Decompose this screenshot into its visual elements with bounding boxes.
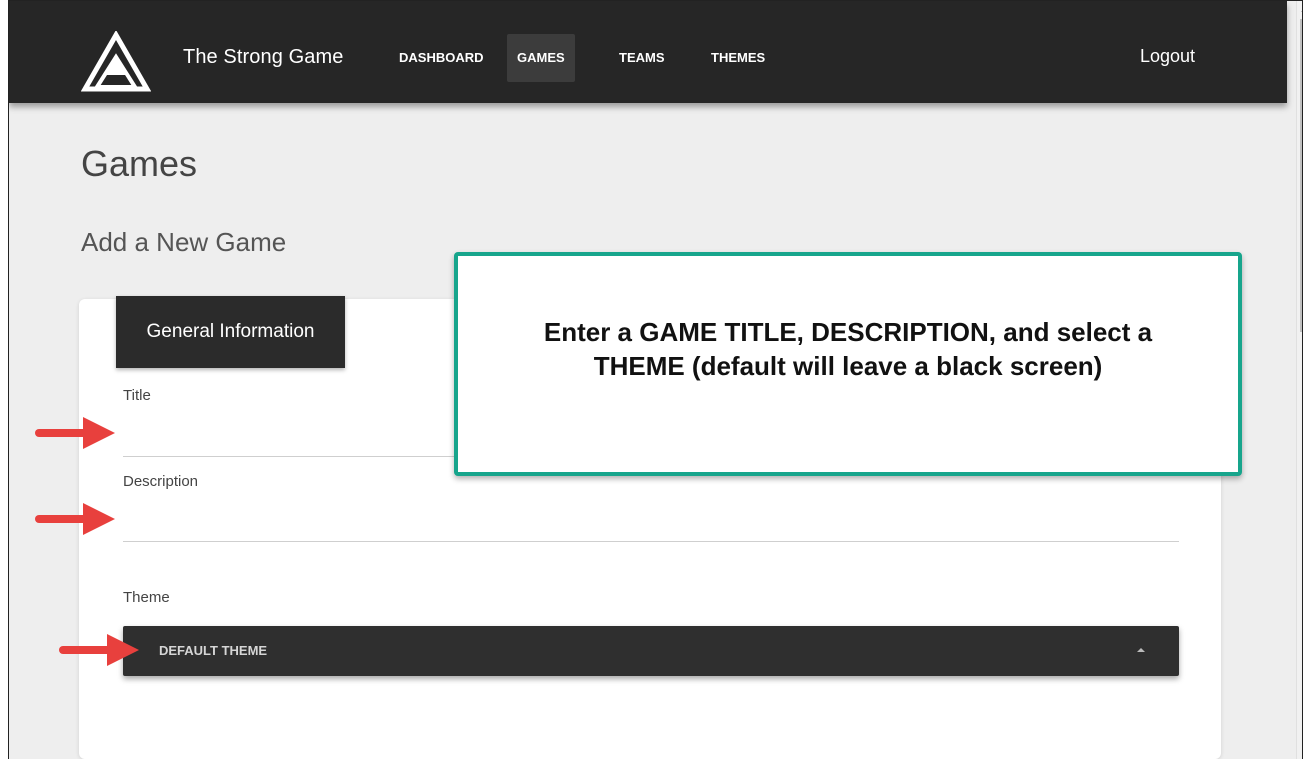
description-underline	[123, 541, 1179, 542]
theme-select[interactable]: DEFAULT THEME	[123, 626, 1179, 676]
description-input[interactable]	[123, 497, 1179, 541]
instruction-callout: Enter a GAME TITLE, DESCRIPTION, and sel…	[454, 252, 1242, 476]
section-title: Add a New Game	[81, 227, 287, 257]
theme-label: Theme	[123, 589, 170, 606]
title-label: Title	[123, 387, 151, 404]
logout-link[interactable]: Logout	[1140, 46, 1195, 67]
nav-dashboard[interactable]: DASHBOARD	[389, 34, 494, 82]
nav-themes[interactable]: THEMES	[701, 34, 775, 82]
app-window: The Strong Game DASHBOARD GAMES TEAMS TH…	[8, 0, 1303, 759]
top-navbar: The Strong Game DASHBOARD GAMES TEAMS TH…	[9, 1, 1287, 103]
theme-selected-value: DEFAULT THEME	[159, 643, 268, 658]
arrow-right-icon	[35, 503, 115, 535]
title-input[interactable]	[123, 411, 463, 455]
brand-name[interactable]: The Strong Game	[183, 46, 343, 69]
nav-games[interactable]: GAMES	[507, 34, 575, 82]
logo-mountain-icon[interactable]	[81, 31, 151, 93]
general-information-tab[interactable]: General Information	[116, 296, 345, 368]
arrow-right-icon	[35, 417, 115, 449]
nav-teams[interactable]: TEAMS	[609, 34, 675, 82]
page-title: Games	[81, 143, 198, 184]
arrow-right-icon	[59, 634, 139, 666]
scroll-thumb[interactable]	[1300, 19, 1302, 332]
callout-text: Enter a GAME TITLE, DESCRIPTION, and sel…	[543, 317, 1153, 381]
caret-up-icon	[1137, 648, 1145, 652]
description-label: Description	[123, 473, 199, 490]
scroll-up-icon[interactable]	[1301, 7, 1302, 12]
vertical-scrollbar[interactable]	[1296, 1, 1302, 759]
title-underline	[123, 456, 463, 457]
